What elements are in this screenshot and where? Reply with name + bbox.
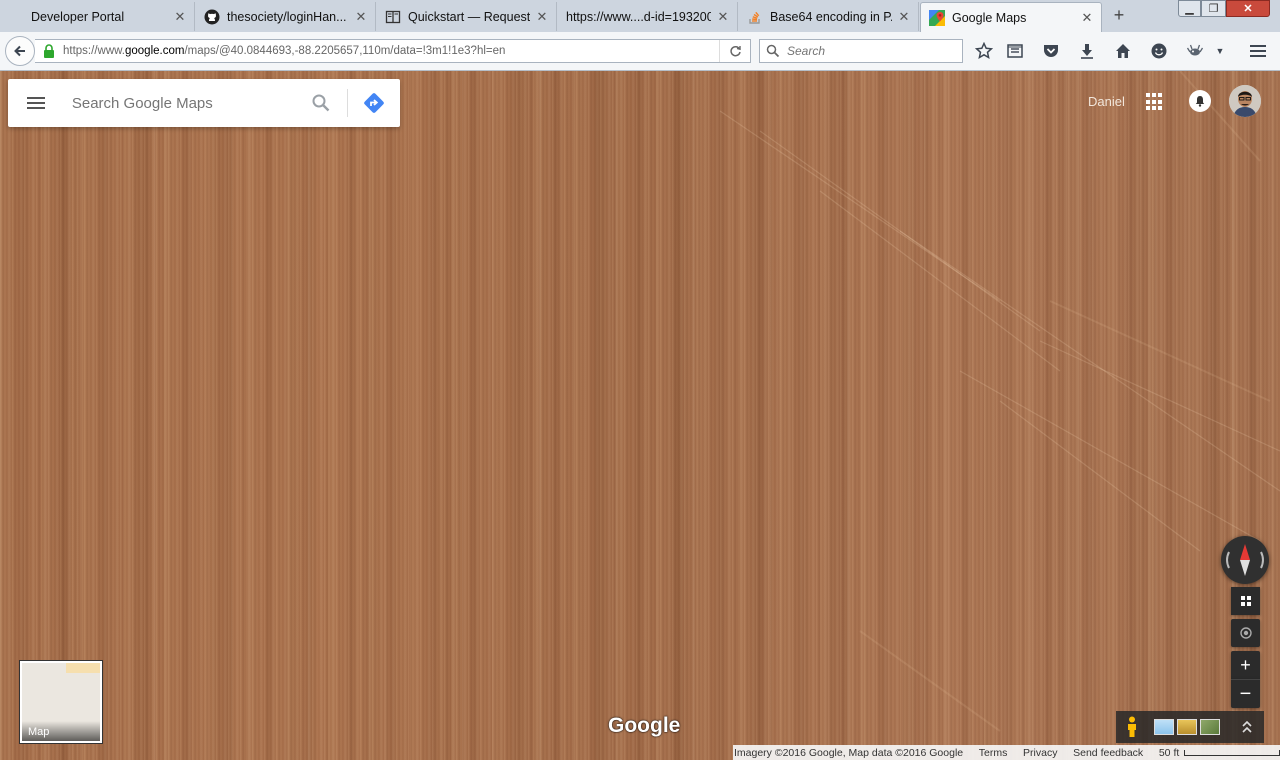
- tilt-view-button[interactable]: [1231, 587, 1260, 615]
- extension-icon[interactable]: [1185, 41, 1205, 61]
- reading-list-icon[interactable]: [1005, 41, 1025, 61]
- scale-bar: [1184, 749, 1280, 756]
- location-target-icon: [1239, 627, 1252, 639]
- google-apps-button[interactable]: [1146, 93, 1164, 111]
- close-tab-icon[interactable]: ✕: [355, 10, 367, 23]
- url-text: https://www.google.com/maps/@40.0844693,…: [63, 45, 506, 57]
- close-tab-icon[interactable]: ✕: [717, 10, 729, 23]
- bell-icon: [1195, 96, 1205, 107]
- privacy-link[interactable]: Privacy: [1023, 747, 1057, 759]
- back-arrow-icon: [14, 45, 25, 57]
- google-maps-icon: [929, 9, 945, 26]
- download-icon[interactable]: [1077, 41, 1097, 61]
- maps-menu-button[interactable]: [8, 79, 64, 127]
- pocket-icon[interactable]: [1041, 41, 1061, 61]
- zoom-in-button[interactable]: +: [1231, 651, 1260, 679]
- expand-imagery-button[interactable]: [1240, 718, 1254, 736]
- search-icon: [312, 94, 330, 112]
- url-bar[interactable]: https://www.google.com/maps/@40.0844693,…: [35, 39, 751, 63]
- tab-label: Quickstart — Request...: [408, 9, 530, 24]
- search-icon: [766, 44, 780, 58]
- imagery-thumbnail-3[interactable]: [1200, 719, 1220, 735]
- browser-tab-strip: Developer Portal ✕ thesociety/loginHan..…: [0, 0, 1280, 33]
- avatar[interactable]: [1229, 85, 1261, 117]
- map-type-toggle[interactable]: Map: [20, 661, 102, 743]
- tab-label: https://www....d-id=193200: [566, 9, 711, 24]
- scale-label[interactable]: 50 ft: [1159, 747, 1179, 759]
- browser-search-input[interactable]: [785, 43, 959, 59]
- reload-button[interactable]: [719, 40, 750, 62]
- reload-icon: [729, 45, 741, 56]
- pegman-icon: [1128, 716, 1136, 737]
- compass-icon: [1226, 544, 1264, 576]
- bookmark-star-icon[interactable]: [974, 41, 994, 61]
- minimap-label: Map: [22, 721, 100, 741]
- back-button[interactable]: [5, 36, 35, 66]
- lock-icon: [44, 44, 54, 58]
- tab-base64[interactable]: Base64 encoding in P... ✕: [739, 2, 919, 31]
- github-icon: [204, 9, 220, 25]
- chevron-down-icon[interactable]: ▼: [1212, 41, 1228, 61]
- tab-label: Developer Portal: [31, 9, 125, 24]
- close-tab-icon[interactable]: ✕: [1081, 11, 1093, 24]
- tab-label: thesociety/loginHan...: [227, 9, 347, 24]
- new-tab-button[interactable]: +: [1110, 6, 1128, 24]
- close-tab-icon[interactable]: ✕: [898, 10, 910, 23]
- minimize-window-button[interactable]: ▁: [1178, 0, 1201, 17]
- close-window-button[interactable]: ✕: [1226, 0, 1270, 17]
- browser-search-box[interactable]: [759, 39, 963, 63]
- browser-menu-button[interactable]: [1248, 41, 1268, 61]
- account-name[interactable]: Daniel: [1088, 94, 1125, 109]
- imagery-thumbnail-2[interactable]: [1177, 719, 1197, 735]
- maps-search-box: [8, 79, 400, 127]
- terms-link[interactable]: Terms: [979, 747, 1008, 759]
- close-tab-icon[interactable]: ✕: [536, 10, 548, 23]
- user-photo: [1229, 85, 1261, 117]
- maximize-window-button[interactable]: ❐: [1201, 0, 1226, 17]
- home-icon[interactable]: [1113, 41, 1133, 61]
- imagery-attribution: Imagery ©2016 Google, Map data ©2016 Goo…: [734, 746, 964, 759]
- tab-label: Google Maps: [952, 10, 1027, 25]
- tab-github[interactable]: thesociety/loginHan... ✕: [196, 2, 376, 31]
- minimap-road: [66, 663, 100, 673]
- zoom-out-button[interactable]: −: [1231, 679, 1260, 708]
- stackoverflow-icon: [747, 9, 763, 25]
- tab-quickstart[interactable]: Quickstart — Request... ✕: [377, 2, 557, 31]
- imagery-thumbnail-1[interactable]: [1154, 719, 1174, 735]
- notifications-button[interactable]: [1189, 90, 1211, 112]
- compass-button[interactable]: [1221, 536, 1269, 584]
- reader-view-icon: [385, 9, 401, 25]
- tab-label: Base64 encoding in P...: [770, 9, 892, 24]
- imagery-bar: [1116, 711, 1264, 743]
- google-logo: Google: [608, 714, 681, 737]
- directions-icon: [364, 93, 384, 113]
- directions-button[interactable]: [348, 79, 400, 127]
- pegman-button[interactable]: [1116, 711, 1148, 743]
- browser-nav-bar: https://www.google.com/maps/@40.0844693,…: [0, 32, 1280, 71]
- tab-url[interactable]: https://www....d-id=193200 ✕: [558, 2, 738, 31]
- chevron-up-icon: [1242, 720, 1252, 733]
- hello-chat-icon[interactable]: [1149, 41, 1169, 61]
- satellite-map[interactable]: Daniel + − Map Google: [0, 71, 1280, 760]
- send-feedback-link[interactable]: Send feedback: [1073, 747, 1143, 759]
- maps-search-button[interactable]: [305, 79, 337, 127]
- my-location-button[interactable]: [1231, 619, 1260, 647]
- tab-developer-portal[interactable]: Developer Portal ✕: [0, 2, 195, 31]
- tab-google-maps[interactable]: Google Maps ✕: [920, 2, 1102, 32]
- blank-page-icon: [8, 9, 24, 25]
- close-tab-icon[interactable]: ✕: [174, 10, 186, 23]
- map-footer: Imagery ©2016 Google, Map data ©2016 Goo…: [733, 745, 1280, 760]
- map-imagery: [719, 71, 1280, 732]
- maps-search-input[interactable]: [71, 94, 302, 112]
- grid-icon: [1240, 596, 1251, 606]
